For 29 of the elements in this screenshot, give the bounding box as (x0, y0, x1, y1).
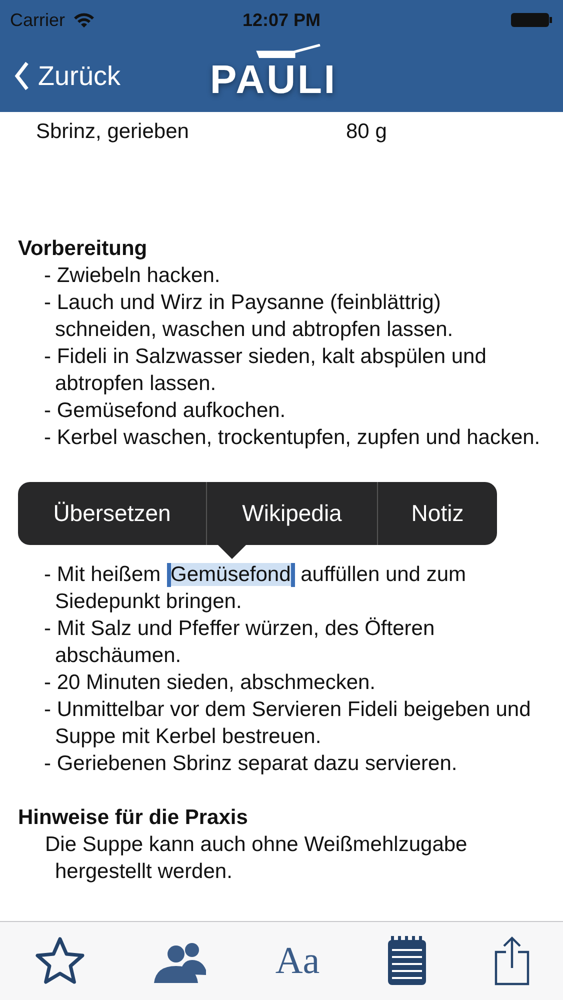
step-text: - Fideli in Salzwasser sieden, kalt abspülen und abtropfen lassen. (43, 344, 488, 397)
clock-time: 12:07 PM (241, 10, 322, 30)
menu-item[interactable]: Übersetzen (18, 482, 207, 545)
notepad-icon[interactable] (386, 936, 427, 986)
wifi-icon (73, 12, 96, 28)
step-text: - Mit heißem Gemüsefond auffüllen und zum Siedepunkt bringen. (43, 562, 467, 615)
step-text: - Mit Salz und Pfeffer würzen, des Öfteren abschäumen. (43, 616, 436, 669)
step-text: - Unmittelbar vor dem Servieren Fideli beigeben und Suppe mit Kerbel bestreuen. (43, 697, 532, 750)
step-text: - Geriebenen Sbrinz separat dazu servieren. (43, 751, 458, 777)
carrier-label: Carrier (10, 10, 66, 30)
pan-icon (256, 44, 322, 58)
ingredient-amount: 80 g (346, 119, 387, 145)
step-text: - 20 Minuten sieden, abschmecken. (43, 670, 377, 696)
app-logo: PAULI (210, 58, 338, 102)
share-icon[interactable] (494, 936, 530, 986)
section-heading: Hinweise für die Praxis (18, 805, 249, 831)
step-text: - Gemüsefond aufkochen. (43, 398, 287, 424)
chevron-icon (14, 61, 30, 91)
menu-item[interactable]: Wikipedia (207, 482, 378, 545)
menu-item[interactable]: Notiz (378, 482, 497, 545)
step-text: - Lauch und Wirz in Paysanne (feinblättrig) schneiden, waschen und abtropfen lassen. (43, 290, 454, 343)
font-size-button[interactable]: Aa (275, 939, 320, 983)
battery-icon (511, 12, 553, 28)
section-heading: Vorbereitung (18, 236, 148, 262)
ingredient-name: Sbrinz, gerieben (36, 119, 189, 145)
step-text: - Zwiebeln hacken. (43, 263, 222, 289)
step-text: - Kerbel waschen, trockentupfen, zupfen und hacken. (43, 425, 542, 451)
note-text: Die Suppe kann auch ohne Weißmehlzugabe hergestellt werden. (44, 832, 468, 885)
back-button[interactable]: Zurück (0, 60, 121, 92)
